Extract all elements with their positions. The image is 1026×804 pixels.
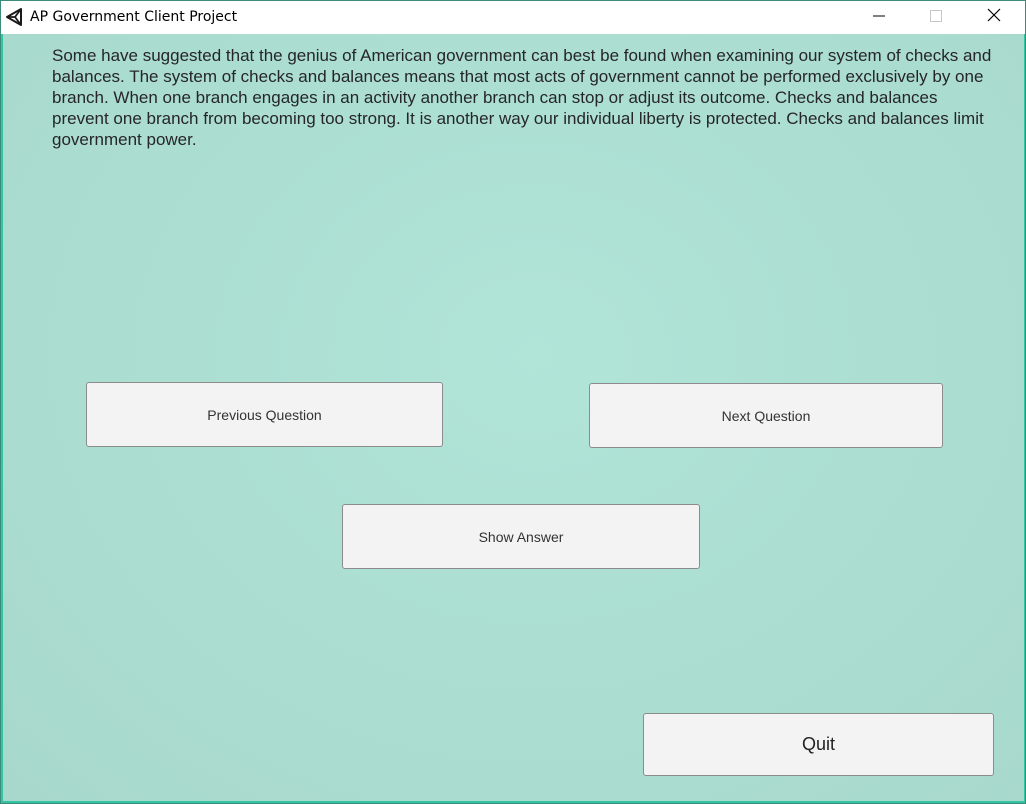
- unity-logo-icon: [5, 7, 25, 27]
- next-question-label: Next Question: [721, 407, 811, 424]
- title-bar[interactable]: AP Government Client Project: [1, 1, 1025, 34]
- game-canvas: Some have suggested that the genius of A…: [1, 34, 1025, 803]
- previous-question-button[interactable]: Previous Question: [86, 382, 443, 447]
- quit-button[interactable]: Quit: [643, 713, 994, 776]
- close-icon: [987, 8, 1001, 27]
- show-answer-label: Show Answer: [478, 528, 564, 545]
- close-button[interactable]: [971, 1, 1017, 34]
- quit-label: Quit: [801, 734, 835, 754]
- question-text: Some have suggested that the genius of A…: [52, 46, 992, 149]
- window-title: AP Government Client Project: [30, 9, 238, 25]
- previous-question-label: Previous Question: [207, 406, 322, 423]
- app-window: AP Government Client Project Some have s…: [0, 0, 1026, 804]
- maximize-icon: [930, 9, 942, 27]
- maximize-button[interactable]: [913, 1, 959, 34]
- minimize-icon: [873, 9, 885, 27]
- minimize-button[interactable]: [856, 1, 902, 34]
- next-question-button[interactable]: Next Question: [589, 383, 943, 448]
- show-answer-button[interactable]: Show Answer: [342, 504, 700, 569]
